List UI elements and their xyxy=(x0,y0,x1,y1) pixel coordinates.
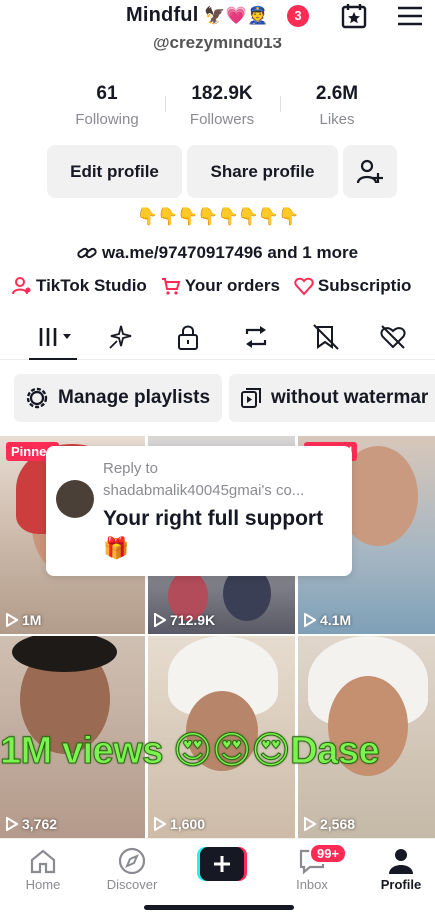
view-count: 3,762 xyxy=(6,816,57,832)
cart-icon xyxy=(161,278,181,295)
top-bar: Mindful 🦅💗👮 3 xyxy=(0,0,435,32)
reply-message: Your right full support 🎁 xyxy=(103,507,324,560)
profile-title: Mindful 🦅💗👮 xyxy=(126,4,268,27)
gear-icon xyxy=(26,387,48,409)
add-friend-button[interactable] xyxy=(343,145,397,198)
inbox-badge: 99+ xyxy=(309,843,348,864)
playlist-icon xyxy=(241,388,261,408)
play-icon xyxy=(6,817,18,831)
your-orders-chip[interactable]: Your orders xyxy=(161,276,280,296)
overlay-caption: 1M views 😍😍😍Dase xyxy=(0,730,380,773)
share-profile-button[interactable]: Share profile xyxy=(187,145,338,198)
profile-icon xyxy=(389,849,413,874)
view-count-value: 712.9K xyxy=(170,612,216,628)
bio-link[interactable]: wa.me/97470917496 and 1 more xyxy=(0,243,435,263)
liked-tab-icon[interactable] xyxy=(378,322,408,352)
followers-label: Followers xyxy=(189,111,255,128)
bio-emojis: 👇👇👇👇👇👇👇👇 xyxy=(136,207,299,226)
nav-home[interactable]: Home xyxy=(3,845,83,892)
view-count-value: 3,762 xyxy=(22,816,58,832)
view-count: 1,600 xyxy=(154,816,205,832)
title-emojis: 🦅💗👮 xyxy=(204,6,269,25)
nav-profile[interactable]: Profile xyxy=(361,845,435,892)
subscription-icon xyxy=(294,277,314,296)
nav-inbox-label: Inbox xyxy=(296,877,328,892)
edit-profile-button[interactable]: Edit profile xyxy=(47,145,182,198)
play-icon xyxy=(6,613,18,627)
profile-shortcuts: TikTok Studio Your orders Subscriptio xyxy=(12,276,411,296)
manage-playlists-label: Manage playlists xyxy=(58,387,211,408)
view-count-value: 4.1M xyxy=(320,612,352,628)
view-count: 2,568 xyxy=(304,816,355,832)
play-icon xyxy=(154,817,166,831)
profile-name: Mindful xyxy=(126,4,199,26)
followers-count: 182.9K xyxy=(191,83,253,104)
nav-profile-label: Profile xyxy=(380,877,422,892)
play-icon xyxy=(304,817,316,831)
view-count: 712.9K xyxy=(154,612,215,628)
nav-discover[interactable]: Discover xyxy=(92,845,172,892)
videos-tab-icon[interactable] xyxy=(36,322,76,352)
playlist-label: without watermar xyxy=(271,387,429,408)
reply-tooltip[interactable]: Reply to shadabmalik40045gmai's co... Yo… xyxy=(46,446,352,576)
play-icon xyxy=(304,613,316,627)
calendar-star-icon[interactable] xyxy=(340,3,368,29)
play-icon xyxy=(154,613,166,627)
lock-tab-icon[interactable] xyxy=(173,322,203,352)
home-indicator xyxy=(144,905,294,910)
view-count: 1M xyxy=(6,612,41,628)
following-count: 61 xyxy=(96,83,118,104)
active-tab-indicator xyxy=(29,358,77,360)
likes-stat[interactable]: 2.6M Likes xyxy=(277,83,397,128)
likes-label: Likes xyxy=(319,111,355,128)
view-count: 4.1M xyxy=(304,612,351,628)
studio-icon xyxy=(12,277,31,295)
playlist-chip[interactable]: without watermar xyxy=(229,374,435,422)
favorites-tab-icon[interactable] xyxy=(311,322,341,352)
username-handle: @crezymind013 xyxy=(152,38,283,52)
reply-to-user: shadabmalik40045gmai's co... xyxy=(103,482,305,499)
repost-tab-icon[interactable] xyxy=(241,322,271,352)
manage-playlists-button[interactable]: Manage playlists xyxy=(14,374,222,422)
view-count-value: 1,600 xyxy=(170,816,206,832)
nav-discover-label: Discover xyxy=(106,877,158,892)
view-count-value: 1M xyxy=(22,612,42,628)
following-label: Following xyxy=(75,111,139,128)
your-orders-label: Your orders xyxy=(184,276,280,295)
menu-icon[interactable] xyxy=(396,3,424,29)
content-tabs xyxy=(0,318,435,360)
subscriptions-chip[interactable]: Subscriptio xyxy=(294,276,412,296)
notification-badge[interactable]: 3 xyxy=(287,5,309,27)
tiktok-studio-chip[interactable]: TikTok Studio xyxy=(12,276,147,296)
subscriptions-label: Subscriptio xyxy=(317,276,412,295)
view-count-value: 2,568 xyxy=(320,816,356,832)
create-button[interactable] xyxy=(197,847,247,881)
tiktok-studio-label: TikTok Studio xyxy=(36,276,147,295)
followers-stat[interactable]: 182.9K Followers xyxy=(162,83,282,128)
add-user-icon xyxy=(356,159,383,183)
home-icon xyxy=(30,849,56,874)
following-stat[interactable]: 61 Following xyxy=(47,83,167,128)
reply-to-label: Reply to xyxy=(103,460,159,477)
likes-count: 2.6M xyxy=(315,83,359,104)
compass-icon xyxy=(118,847,146,875)
avatar xyxy=(56,480,94,518)
nav-home-label: Home xyxy=(25,877,61,892)
link-icon xyxy=(77,247,97,259)
sparkle-tab-icon[interactable] xyxy=(106,322,136,352)
bio-link-text: wa.me/97470917496 and 1 more xyxy=(101,243,359,262)
profile-screen: Mindful 🦅💗👮 3 @crezymind013 61 Following… xyxy=(0,0,435,918)
